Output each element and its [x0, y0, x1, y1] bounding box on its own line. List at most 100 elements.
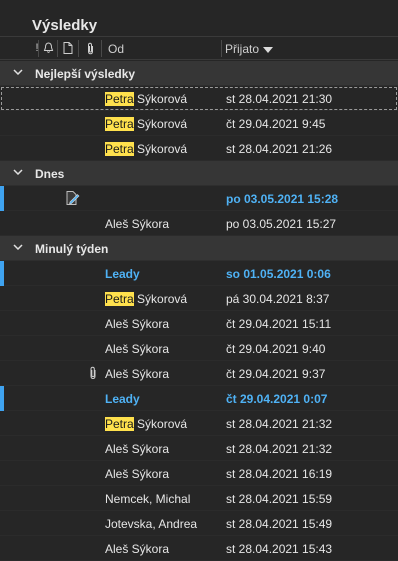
attachment-icon — [90, 366, 96, 380]
sender-text: Aleš Sýkora — [105, 542, 170, 556]
received-date: pá 30.04.2021 8:37 — [226, 292, 330, 306]
sender-name: Petra Sýkorová — [105, 117, 187, 131]
column-received-label: Přijato — [225, 42, 260, 56]
column-from[interactable]: Od — [108, 42, 124, 56]
received-date: st 28.04.2021 15:59 — [226, 492, 333, 506]
unread-indicator — [0, 261, 4, 286]
message-row[interactable]: Jotevska, Andrea st 28.04.2021 15:49 — [0, 511, 398, 536]
chevron-down-icon[interactable] — [13, 69, 23, 75]
sender-text: Sýkorová — [133, 117, 188, 131]
message-row[interactable]: Petra Sýkorová st 28.04.2021 21:26 — [0, 136, 398, 161]
search-highlight: Petra — [105, 417, 134, 431]
received-date: po 03.05.2021 15:27 — [226, 217, 337, 231]
received-date: čt 29.04.2021 15:11 — [226, 317, 332, 331]
sender-name: Leady — [105, 267, 140, 281]
sender-name: Petra Sýkorová — [105, 92, 187, 106]
search-highlight: Petra — [105, 117, 134, 131]
message-row[interactable]: Aleš Sýkora čt 29.04.2021 9:40 — [0, 336, 398, 361]
search-highlight: Petra — [105, 92, 134, 106]
sender-name: Petra Sýkorová — [105, 417, 187, 431]
sender-text: Aleš Sýkora — [105, 442, 170, 456]
sender-text: Sýkorová — [133, 142, 188, 156]
sender-text: Leady — [105, 267, 140, 281]
chevron-down-icon[interactable] — [13, 244, 23, 250]
message-row[interactable]: Aleš Sýkora st 28.04.2021 16:19 — [0, 461, 398, 486]
sender-text: Sýkorová — [133, 292, 188, 306]
message-row[interactable]: Aleš Sýkora po 03.05.2021 15:27 — [0, 211, 398, 236]
message-row[interactable]: Aleš Sýkora st 28.04.2021 15:43 — [0, 536, 398, 561]
group-label: Minulý týden — [35, 242, 109, 256]
sender-name: Nemcek, Michal — [105, 492, 190, 506]
sender-name: Aleš Sýkora — [105, 542, 169, 556]
message-row[interactable]: Petra Sýkorová pá 30.04.2021 8:37 — [0, 286, 398, 311]
sender-text: Jotevska, Andrea — [105, 517, 198, 531]
search-highlight: Petra — [105, 142, 134, 156]
message-row[interactable]: Aleš Sýkora st 28.04.2021 21:32 — [0, 436, 398, 461]
group-header[interactable]: Dnes — [0, 161, 398, 186]
received-date: čt 29.04.2021 9:40 — [226, 342, 326, 356]
received-date: st 28.04.2021 16:19 — [226, 467, 333, 481]
received-date: so 01.05.2021 0:06 — [226, 267, 331, 281]
received-date: čt 29.04.2021 9:37 — [226, 367, 326, 381]
sender-name: Jotevska, Andrea — [105, 517, 197, 531]
message-row[interactable]: Leady so 01.05.2021 0:06 — [0, 261, 398, 286]
received-date: st 28.04.2021 21:32 — [226, 417, 333, 431]
sender-name: Aleš Sýkora — [105, 342, 169, 356]
sender-name: Aleš Sýkora — [105, 217, 169, 231]
sender-name: Aleš Sýkora — [105, 467, 169, 481]
group-header[interactable]: Minulý týden — [0, 236, 398, 261]
column-divider[interactable] — [221, 40, 222, 57]
sender-text: Aleš Sýkora — [105, 342, 170, 356]
message-row[interactable]: Leady čt 29.04.2021 0:07 — [0, 386, 398, 411]
group-header[interactable]: Nejlepší výsledky — [0, 61, 398, 86]
chevron-down-icon[interactable] — [13, 169, 23, 175]
message-row[interactable]: po 03.05.2021 15:28 — [0, 186, 398, 211]
sender-text: Sýkorová — [133, 92, 188, 106]
sender-name: Petra Sýkorová — [105, 142, 187, 156]
message-row[interactable]: Nemcek, Michal st 28.04.2021 15:59 — [0, 486, 398, 511]
reminder-bell-icon[interactable] — [42, 41, 54, 55]
sender-text: Nemcek, Michal — [105, 492, 191, 506]
received-date: čt 29.04.2021 9:45 — [226, 117, 326, 131]
sender-text: Aleš Sýkora — [105, 467, 170, 481]
sort-descending-icon — [263, 46, 274, 53]
received-date: st 28.04.2021 21:30 — [226, 92, 333, 106]
page-title: Výsledky — [32, 17, 98, 34]
column-divider[interactable] — [57, 40, 58, 57]
received-date: st 28.04.2021 21:26 — [226, 142, 333, 156]
column-divider[interactable] — [101, 40, 102, 57]
sender-name: Leady — [105, 392, 140, 406]
received-date: čt 29.04.2021 0:07 — [226, 392, 328, 406]
received-date: st 28.04.2021 15:43 — [226, 542, 333, 556]
sender-text: Aleš Sýkora — [105, 317, 170, 331]
group-label: Nejlepší výsledky — [35, 67, 136, 81]
attachment-icon[interactable] — [84, 41, 96, 55]
sender-text: Sýkorová — [133, 417, 188, 431]
sender-name: Aleš Sýkora — [105, 317, 169, 331]
received-date: st 28.04.2021 15:49 — [226, 517, 333, 531]
sender-text: Aleš Sýkora — [105, 217, 170, 231]
message-row[interactable]: Aleš Sýkora čt 29.04.2021 15:11 — [0, 311, 398, 336]
sender-name: Aleš Sýkora — [105, 367, 169, 381]
message-row[interactable]: Petra Sýkorová st 28.04.2021 21:32 — [0, 411, 398, 436]
message-list: Nejlepší výsledky Petra Sýkorová st 28.04.… — [0, 61, 398, 561]
document-icon[interactable] — [62, 41, 74, 55]
column-header: ! Od Přijato — [0, 36, 398, 60]
search-highlight: Petra — [105, 292, 134, 306]
column-divider[interactable] — [78, 40, 79, 57]
received-date: st 28.04.2021 21:32 — [226, 442, 333, 456]
column-divider[interactable] — [38, 40, 39, 57]
message-row[interactable]: Petra Sýkorová čt 29.04.2021 9:45 — [0, 111, 398, 136]
sender-name: Aleš Sýkora — [105, 442, 169, 456]
sender-name: Petra Sýkorová — [105, 292, 187, 306]
unread-indicator — [0, 386, 4, 411]
message-row[interactable]: Aleš Sýkora čt 29.04.2021 9:37 — [0, 361, 398, 386]
unread-indicator — [0, 186, 4, 211]
draft-edit-icon — [66, 191, 80, 205]
sender-text: Aleš Sýkora — [105, 367, 170, 381]
message-row[interactable]: Petra Sýkorová st 28.04.2021 21:30 — [0, 86, 398, 111]
column-received[interactable]: Přijato — [225, 42, 274, 56]
group-label: Dnes — [35, 167, 65, 181]
received-date: po 03.05.2021 15:28 — [226, 192, 339, 206]
sender-text: Leady — [105, 392, 140, 406]
